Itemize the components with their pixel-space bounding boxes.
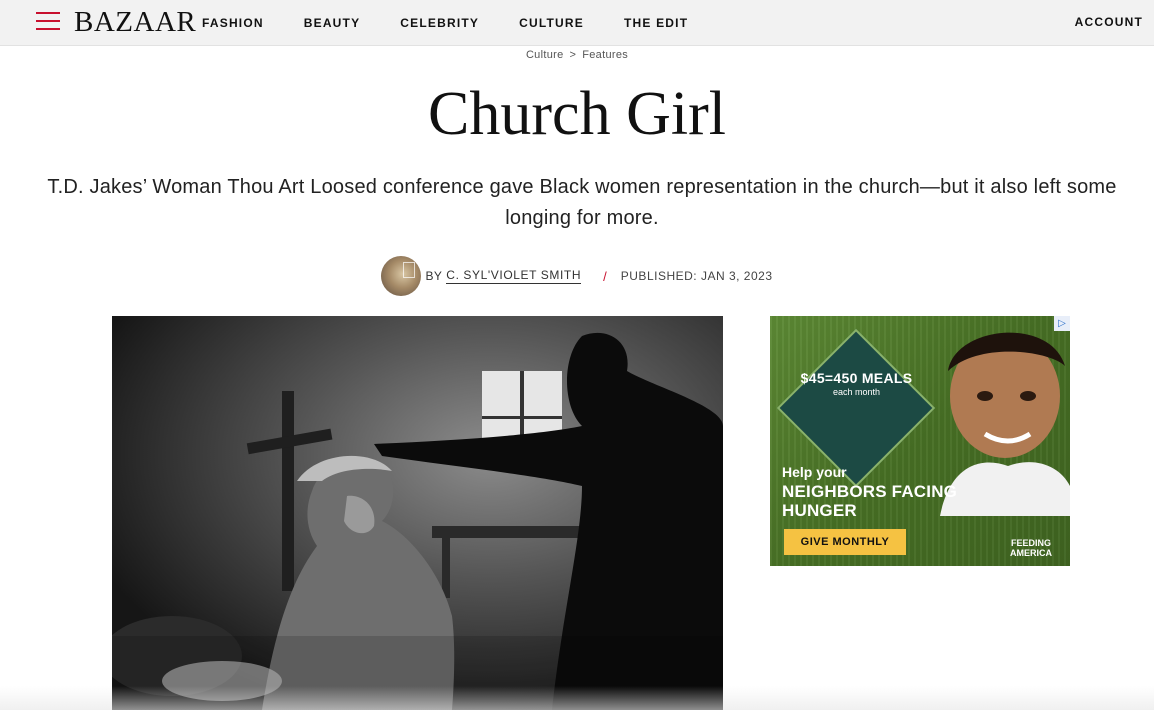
menu-icon[interactable] (36, 11, 60, 31)
article-title: Church Girl (428, 80, 726, 148)
byline-divider: / (603, 268, 607, 284)
hero-photo-illustration (112, 316, 723, 710)
main-nav: FASHION BEAUTY CELEBRITY CULTURE THE EDI… (202, 0, 728, 46)
nav-item-celebrity[interactable]: CELEBRITY (400, 16, 479, 30)
account-link[interactable]: ACCOUNT (1075, 15, 1143, 29)
breadcrumb: Culture > Features (0, 49, 1154, 61)
ad-offer-amount: $45=450 MEALS (800, 370, 913, 386)
nav-item-beauty[interactable]: BEAUTY (304, 16, 361, 30)
author-avatar[interactable] (381, 256, 422, 296)
ad-offer-period: each month (832, 387, 881, 397)
nav-item-culture[interactable]: CULTURE (519, 16, 584, 30)
byline-prefix: BY (425, 269, 443, 283)
sidebar-ad[interactable]: $45=450 MEALS each month Help your NEIGH… (770, 316, 1070, 566)
hero-image (112, 316, 723, 710)
breadcrumb-features[interactable]: Features (582, 49, 628, 61)
ad-brand-logo: FEEDING AMERICA (1010, 538, 1052, 558)
ad-offer: $45=450 MEALS each month (794, 371, 919, 398)
nav-item-the-edit[interactable]: THE EDIT (624, 16, 688, 30)
ad-choices-icon[interactable]: ▷ (1054, 316, 1070, 331)
breadcrumb-separator: > (569, 49, 577, 61)
publish-date: PUBLISHED: JAN 3, 2023 (620, 269, 773, 283)
ad-help-text: Help your (782, 464, 847, 480)
byline: BY C. SYL'VIOLET SMITH / PUBLISHED: JAN … (0, 256, 1154, 296)
site-logo[interactable]: BAZAAR (74, 5, 196, 39)
nav-item-fashion[interactable]: FASHION (202, 16, 264, 30)
author-link[interactable]: C. SYL'VIOLET SMITH (446, 268, 582, 284)
site-header: BAZAAR FASHION BEAUTY CELEBRITY CULTURE … (0, 0, 1154, 46)
ad-headline: NEIGHBORS FACING HUNGER (782, 482, 958, 520)
article-dek: T.D. Jakes’ Woman Thou Art Loosed confer… (47, 176, 1117, 229)
ad-give-monthly-button[interactable]: GIVE MONTHLY (784, 529, 906, 555)
breadcrumb-culture[interactable]: Culture (526, 49, 564, 61)
